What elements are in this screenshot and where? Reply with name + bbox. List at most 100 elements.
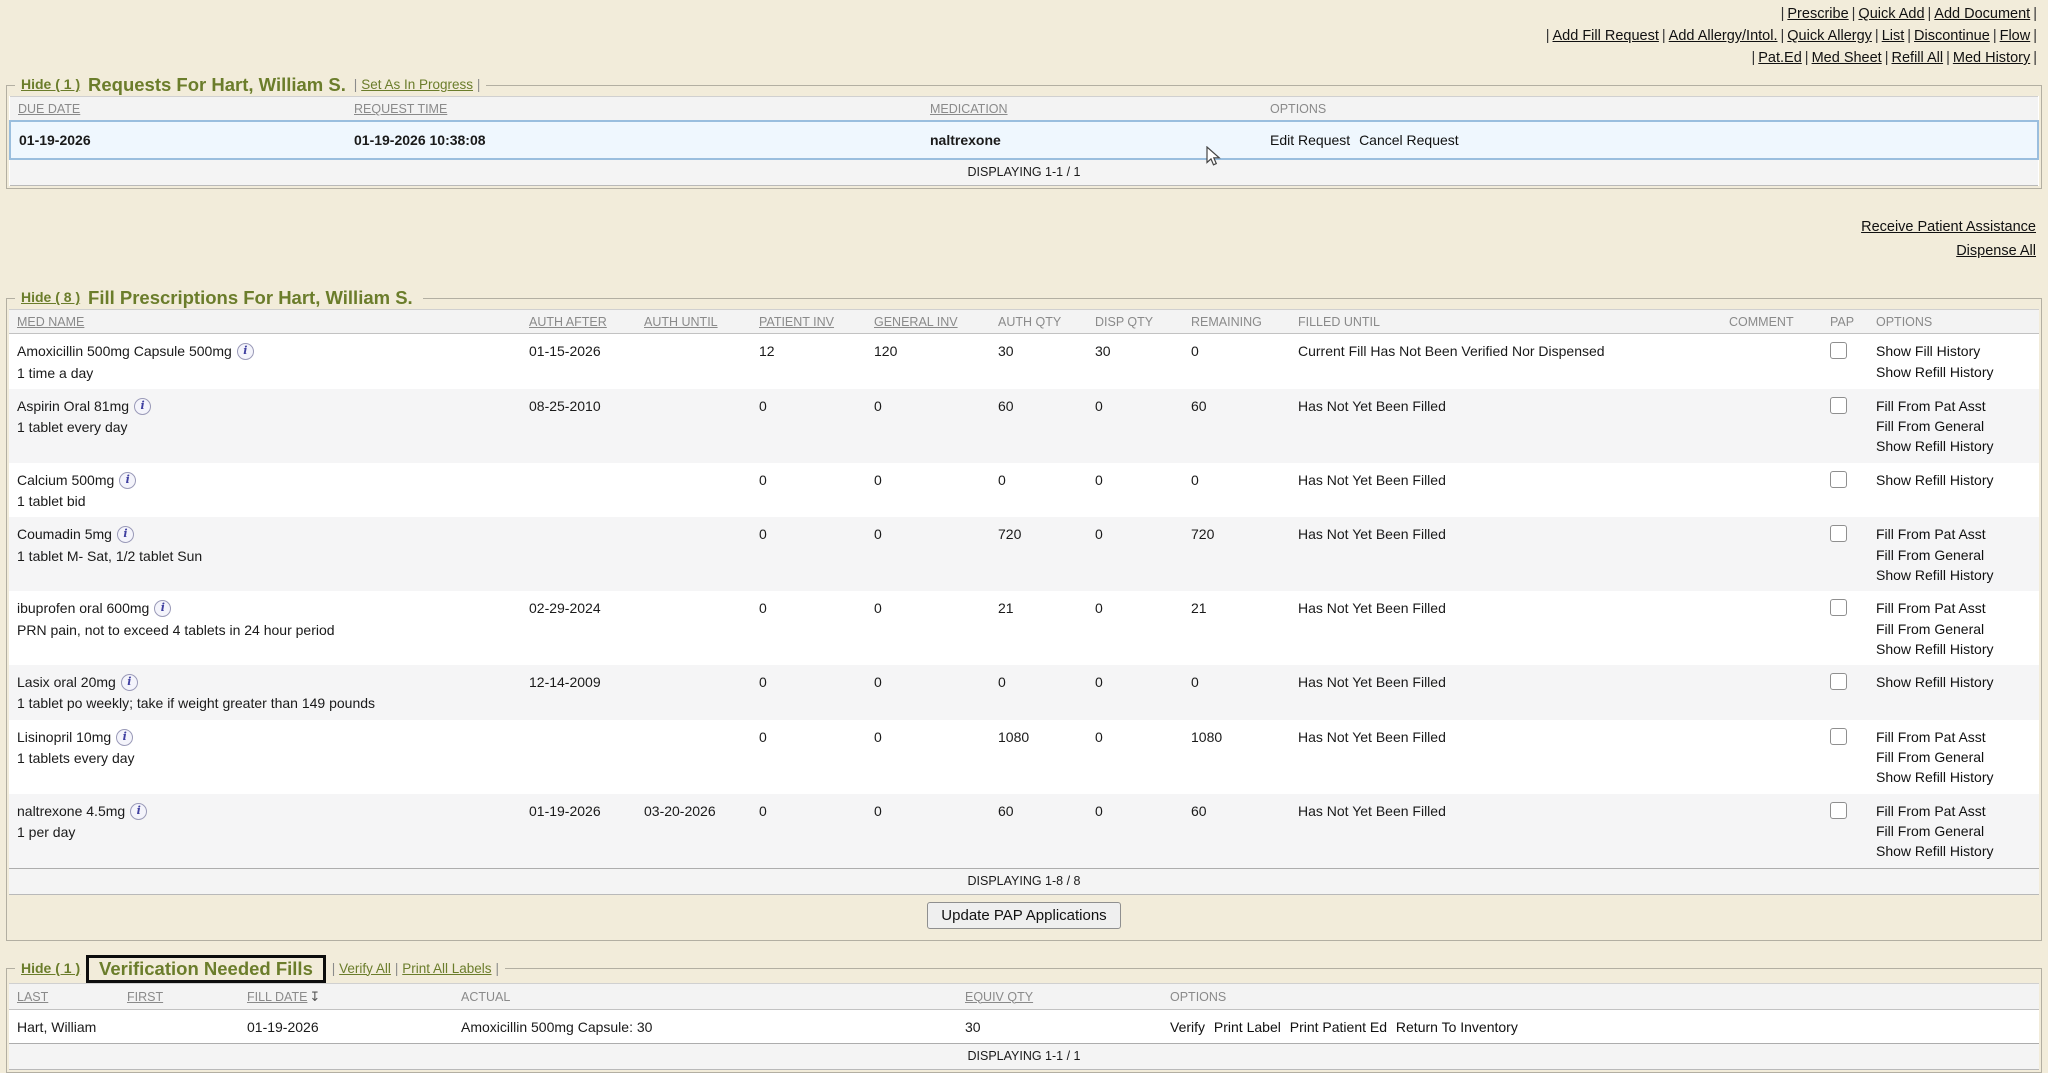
show-refill-history-link[interactable]: Show Refill History: [1876, 672, 2031, 692]
print-label-link[interactable]: Print Label: [1214, 1019, 1281, 1035]
pap-checkbox[interactable]: [1830, 728, 1847, 745]
remaining-cell: 21: [1183, 591, 1290, 665]
info-icon[interactable]: i: [134, 398, 151, 415]
med-name[interactable]: Calcium 500mg: [17, 472, 114, 488]
col-header-last[interactable]: LAST: [9, 983, 119, 1009]
info-icon[interactable]: i: [116, 729, 133, 746]
patient-inv-cell: 0: [751, 591, 866, 665]
pap-cell: [1822, 517, 1868, 591]
pap-checkbox[interactable]: [1830, 471, 1847, 488]
print-patient-ed-link[interactable]: Print Patient Ed: [1290, 1019, 1387, 1035]
fill-from-general-link[interactable]: Fill From General: [1876, 821, 2031, 841]
med-name[interactable]: Lisinopril 10mg: [17, 729, 111, 745]
fill-from-general-link[interactable]: Fill From General: [1876, 619, 2031, 639]
filled-until-cell: Has Not Yet Been Filled: [1290, 720, 1721, 794]
show-refill-history-link[interactable]: Show Refill History: [1876, 470, 2031, 490]
fill-from-pat-asst-link[interactable]: Fill From Pat Asst: [1876, 598, 2031, 618]
menu-link-pat-ed[interactable]: Pat.Ed: [1758, 50, 1802, 66]
menu-link-prescribe[interactable]: Prescribe: [1787, 6, 1848, 22]
info-icon[interactable]: i: [130, 803, 147, 820]
requests-hide-link[interactable]: Hide ( 1 ): [21, 76, 80, 92]
col-header-med-name[interactable]: MED NAME: [9, 310, 521, 334]
return-to-inventory-link[interactable]: Return To Inventory: [1396, 1019, 1518, 1035]
show-refill-history-link[interactable]: Show Refill History: [1876, 565, 2031, 585]
menu-link-med-history[interactable]: Med History: [1953, 50, 2030, 66]
menu-link-add-fill-request[interactable]: Add Fill Request: [1553, 28, 1659, 44]
col-header-due-date[interactable]: DUE DATE: [10, 97, 346, 122]
med-name[interactable]: naltrexone 4.5mg: [17, 803, 125, 819]
med-name-cell: Coumadin 5mgi 1 tablet M- Sat, 1/2 table…: [9, 517, 521, 591]
comment-cell: [1721, 794, 1822, 868]
col-header-request-time[interactable]: REQUEST TIME: [346, 97, 922, 122]
col-header-auth-until[interactable]: AUTH UNTIL: [636, 310, 751, 334]
request-row-selected[interactable]: 01-19-2026 01-19-2026 10:38:08 naltrexon…: [10, 121, 2038, 159]
receive-patient-assistance-link[interactable]: Receive Patient Assistance: [1861, 215, 2036, 239]
show-fill-history-link[interactable]: Show Fill History: [1876, 341, 2031, 361]
verify-link[interactable]: Verify: [1170, 1019, 1205, 1035]
remaining-cell: 0: [1183, 665, 1290, 720]
med-name[interactable]: Lasix oral 20mg: [17, 674, 116, 690]
pap-checkbox[interactable]: [1830, 599, 1847, 616]
col-header-auth-after[interactable]: AUTH AFTER: [521, 310, 636, 334]
info-icon[interactable]: i: [154, 600, 171, 617]
fill-from-pat-asst-link[interactable]: Fill From Pat Asst: [1876, 396, 2031, 416]
fill-hide-link[interactable]: Hide ( 8 ): [21, 289, 80, 305]
fill-from-general-link[interactable]: Fill From General: [1876, 545, 2031, 565]
legend-separator: |: [395, 961, 399, 976]
med-name[interactable]: Amoxicillin 500mg Capsule 500mg: [17, 343, 232, 359]
edit-request-link[interactable]: Edit Request: [1270, 132, 1350, 148]
verification-hide-link[interactable]: Hide ( 1 ): [21, 960, 80, 976]
col-header-equiv-qty[interactable]: EQUIV QTY: [957, 983, 1162, 1009]
cancel-request-link[interactable]: Cancel Request: [1359, 132, 1459, 148]
fill-from-general-link[interactable]: Fill From General: [1876, 416, 2031, 436]
med-name[interactable]: ibuprofen oral 600mg: [17, 600, 149, 616]
fill-from-general-link[interactable]: Fill From General: [1876, 747, 2031, 767]
menu-link-flow[interactable]: Flow: [2000, 28, 2031, 44]
fill-from-pat-asst-link[interactable]: Fill From Pat Asst: [1876, 801, 2031, 821]
info-icon[interactable]: i: [117, 526, 134, 543]
verification-table: LAST FIRST FILL DATE↧ ACTUAL EQUIV QTY O…: [9, 983, 2039, 1070]
menu-separator: |: [2030, 28, 2040, 44]
pap-checkbox[interactable]: [1830, 525, 1847, 542]
col-header-first[interactable]: FIRST: [119, 983, 239, 1009]
filled-until-cell: Has Not Yet Been Filled: [1290, 591, 1721, 665]
pap-cell: [1822, 463, 1868, 518]
med-name[interactable]: Aspirin Oral 81mg: [17, 398, 129, 414]
print-all-labels-link[interactable]: Print All Labels: [402, 961, 491, 976]
fill-row: naltrexone 4.5mgi 1 per day 01-19-2026 0…: [9, 794, 2039, 868]
pap-checkbox[interactable]: [1830, 673, 1847, 690]
show-refill-history-link[interactable]: Show Refill History: [1876, 841, 2031, 861]
dispense-all-link[interactable]: Dispense All: [1956, 239, 2036, 263]
menu-link-add-document[interactable]: Add Document: [1934, 6, 2030, 22]
show-refill-history-link[interactable]: Show Refill History: [1876, 362, 2031, 382]
col-header-fill-date[interactable]: FILL DATE↧: [239, 983, 453, 1009]
menu-link-refill-all[interactable]: Refill All: [1892, 50, 1944, 66]
show-refill-history-link[interactable]: Show Refill History: [1876, 767, 2031, 787]
info-icon[interactable]: i: [237, 343, 254, 360]
pap-checkbox[interactable]: [1830, 802, 1847, 819]
info-icon[interactable]: i: [121, 674, 138, 691]
verify-all-link[interactable]: Verify All: [339, 961, 391, 976]
pap-checkbox[interactable]: [1830, 397, 1847, 414]
update-pap-applications-button[interactable]: Update PAP Applications: [927, 902, 1120, 929]
pap-checkbox[interactable]: [1830, 342, 1847, 359]
menu-link-quick-allergy[interactable]: Quick Allergy: [1787, 28, 1872, 44]
show-refill-history-link[interactable]: Show Refill History: [1876, 639, 2031, 659]
info-icon[interactable]: i: [119, 472, 136, 489]
fill-from-pat-asst-link[interactable]: Fill From Pat Asst: [1876, 524, 2031, 544]
menu-link-add-allergy-intol[interactable]: Add Allergy/Intol.: [1669, 28, 1778, 44]
fill-from-pat-asst-link[interactable]: Fill From Pat Asst: [1876, 727, 2031, 747]
menu-link-med-sheet[interactable]: Med Sheet: [1812, 50, 1882, 66]
menu-link-list[interactable]: List: [1882, 28, 1905, 44]
menu-link-quick-add[interactable]: Quick Add: [1858, 6, 1924, 22]
show-refill-history-link[interactable]: Show Refill History: [1876, 436, 2031, 456]
auth-qty-cell: 720: [990, 517, 1087, 591]
verification-row[interactable]: Hart, William 01-19-2026 Amoxicillin 500…: [9, 1009, 2039, 1043]
fill-row: Lasix oral 20mgi 1 tablet po weekly; tak…: [9, 665, 2039, 720]
menu-link-discontinue[interactable]: Discontinue: [1914, 28, 1990, 44]
col-header-patient-inv[interactable]: PATIENT INV: [751, 310, 866, 334]
med-name[interactable]: Coumadin 5mg: [17, 526, 112, 542]
col-header-general-inv[interactable]: GENERAL INV: [866, 310, 990, 334]
set-as-in-progress-link[interactable]: Set As In Progress: [361, 77, 473, 92]
col-header-medication[interactable]: MEDICATION: [922, 97, 1262, 122]
